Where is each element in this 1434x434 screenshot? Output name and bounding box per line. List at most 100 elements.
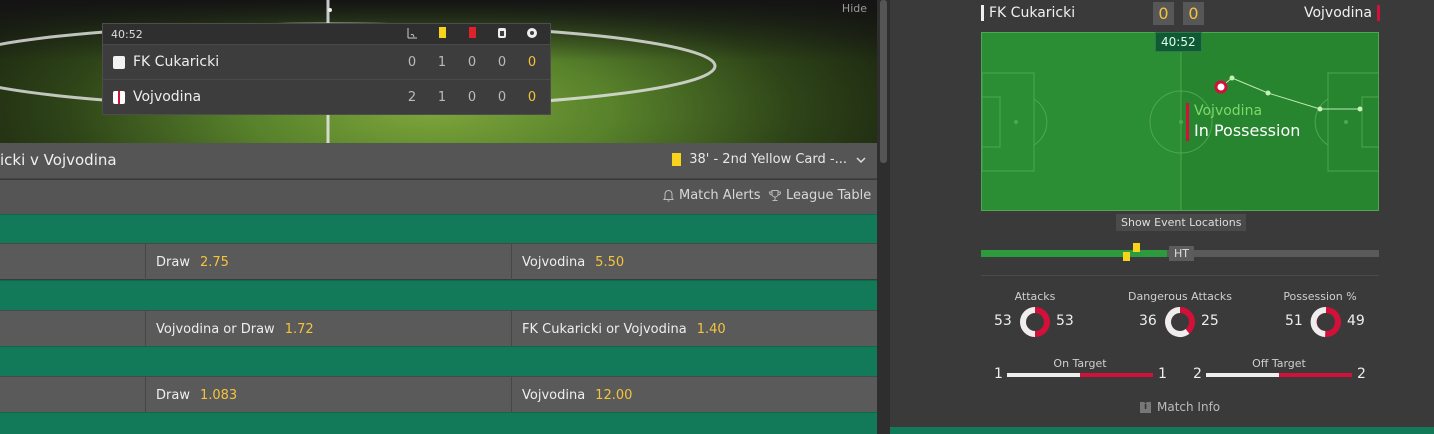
- corner-flag-icon: [401, 27, 423, 42]
- scoreboard-header: 40:52: [103, 24, 550, 44]
- possession-team: Vojvodina: [1194, 103, 1263, 119]
- event-dropdown[interactable]: 38' - 2nd Yellow Card -...: [672, 152, 867, 167]
- yellow-card-icon: [672, 153, 682, 166]
- match-info-label: Match Info: [1157, 400, 1221, 414]
- market-header: [0, 280, 877, 310]
- hide-button[interactable]: Hide: [842, 2, 867, 15]
- stat-red: 0: [467, 55, 477, 70]
- away-kit-icon: [113, 90, 125, 104]
- pitch-tracker: [981, 32, 1379, 211]
- stat-goals: 0: [527, 55, 537, 70]
- selection-odds: 12.00: [595, 387, 633, 403]
- match-header-bar: icki v Vojvodina 38' - 2nd Yellow Card -…: [0, 143, 877, 179]
- off-target-away-bar: [1279, 373, 1352, 377]
- market-cell[interactable]: [0, 244, 145, 280]
- selection-odds: 1.083: [199, 387, 238, 403]
- stat-home-attacks: 53: [994, 313, 1012, 329]
- chevron-down-icon: [856, 156, 866, 163]
- possession-ring: [1310, 307, 1341, 337]
- market-cell[interactable]: Vojvodina or Draw 1.72: [145, 311, 511, 347]
- stat-label-possession: Possession %: [1283, 290, 1357, 303]
- market-cell[interactable]: Vojvodina 12.00: [511, 377, 877, 413]
- red-card-icon: [461, 27, 483, 41]
- trophy-icon: [768, 190, 782, 201]
- selection-label: FK Cukaricki or Vojvodina: [522, 321, 687, 337]
- timeline-yellow-card-icon: [1133, 243, 1140, 252]
- selection-label: Vojvodina or Draw: [156, 321, 275, 337]
- match-alerts-link[interactable]: Match Alerts: [662, 188, 761, 203]
- stat-corners: 0: [407, 55, 417, 70]
- tracker-home-team: FK Cukaricki: [981, 5, 1075, 21]
- pitch-hero: Hide 40:52 FK Cukaricki 0 1 0 0 0 Vojvod…: [0, 0, 877, 143]
- match-clock: 40:52: [111, 27, 143, 41]
- panel-footer-bar: [890, 427, 1434, 434]
- stat-label-attacks: Attacks: [1014, 290, 1056, 303]
- market-row: Vojvodina or Draw 1.72 FK Cukaricki or V…: [0, 310, 877, 347]
- stat-corners: 2: [407, 90, 417, 105]
- pitch-markings: [982, 33, 1378, 210]
- market-cell[interactable]: [0, 311, 145, 347]
- selection-odds: 1.72: [284, 321, 314, 337]
- stat-red: 0: [467, 90, 477, 105]
- market-cell[interactable]: [0, 377, 145, 413]
- yellow-card-icon: [431, 27, 453, 41]
- bell-icon: [663, 189, 674, 202]
- stat-home-dangerous: 36: [1139, 313, 1157, 329]
- home-kit-icon: [113, 55, 125, 69]
- market-cell[interactable]: FK Cukaricki or Vojvodina 1.40: [511, 311, 877, 347]
- market-row: Draw 2.75 Vojvodina 5.50: [0, 243, 877, 280]
- market-cell[interactable]: Draw 2.75: [145, 244, 511, 280]
- match-tracker-panel: FK Cukaricki 0 0 Vojvodina 40:52 Vojvodi…: [890, 0, 1434, 434]
- home-score: 0: [1153, 2, 1174, 25]
- alerts-bar: Match Alerts League Table: [0, 180, 877, 214]
- on-target-label: On Target: [1053, 357, 1107, 370]
- off-target-away: 2: [1357, 366, 1366, 382]
- market-cell[interactable]: Vojvodina 5.50: [511, 244, 877, 280]
- divider: [981, 275, 1379, 276]
- scrollbar-thumb[interactable]: [880, 0, 887, 163]
- match-info-link[interactable]: i Match Info: [1140, 400, 1220, 414]
- stat-yellow: 1: [437, 55, 447, 70]
- match-alerts-label: Match Alerts: [679, 188, 761, 203]
- stat-away-possession: 49: [1347, 313, 1365, 329]
- selection-odds: 1.40: [696, 321, 726, 337]
- betting-page: Hide 40:52 FK Cukaricki 0 1 0 0 0 Vojvod…: [0, 0, 1434, 434]
- scoreboard-row-home: FK Cukaricki 0 1 0 0 0: [103, 44, 550, 79]
- selection-label: Draw: [156, 387, 190, 403]
- on-target-away: 1: [1158, 366, 1167, 382]
- market-cell[interactable]: Draw 1.083: [145, 377, 511, 413]
- on-target-home: 1: [994, 366, 1003, 382]
- market-header: [0, 412, 877, 434]
- scoreboard: 40:52 FK Cukaricki 0 1 0 0 0 Vojvodina 2…: [102, 23, 551, 115]
- off-target-home-bar: [1206, 373, 1279, 377]
- off-target-label: Off Target: [1252, 357, 1306, 370]
- home-team-name: FK Cukaricki: [133, 54, 220, 70]
- away-team-name: Vojvodina: [133, 89, 202, 105]
- selection-odds: 2.75: [199, 254, 229, 270]
- on-target-away-bar: [1080, 373, 1153, 377]
- away-score: 0: [1183, 2, 1204, 25]
- league-table-label: League Table: [786, 188, 872, 203]
- selection-odds: 5.50: [595, 254, 625, 270]
- dangerous-attacks-ring: [1165, 307, 1195, 337]
- stat-subs: 0: [497, 55, 507, 70]
- stat-away-attacks: 53: [1056, 313, 1074, 329]
- info-icon: i: [1140, 401, 1151, 413]
- scoreboard-row-away: Vojvodina 2 1 0 0 0: [103, 79, 550, 114]
- stat-away-dangerous: 25: [1201, 313, 1219, 329]
- stat-subs: 0: [497, 90, 507, 105]
- attacks-ring: [1020, 307, 1050, 337]
- selection-label: Draw: [156, 254, 190, 270]
- show-event-locations-button[interactable]: Show Event Locations: [1116, 214, 1247, 231]
- stat-yellow: 1: [437, 90, 447, 105]
- halftime-marker: HT: [1169, 246, 1194, 261]
- tracker-clock: 40:52: [1155, 32, 1202, 52]
- market-header: [0, 346, 877, 376]
- timeline-yellow-card-icon: [1123, 252, 1130, 261]
- possession-indicator: [1186, 103, 1189, 141]
- selection-label: Vojvodina: [522, 387, 586, 403]
- match-title: icki v Vojvodina: [0, 151, 117, 169]
- league-table-link[interactable]: League Table: [768, 188, 871, 203]
- goals-ball-icon: [521, 27, 543, 42]
- stat-label-dangerous: Dangerous Attacks: [1128, 290, 1232, 303]
